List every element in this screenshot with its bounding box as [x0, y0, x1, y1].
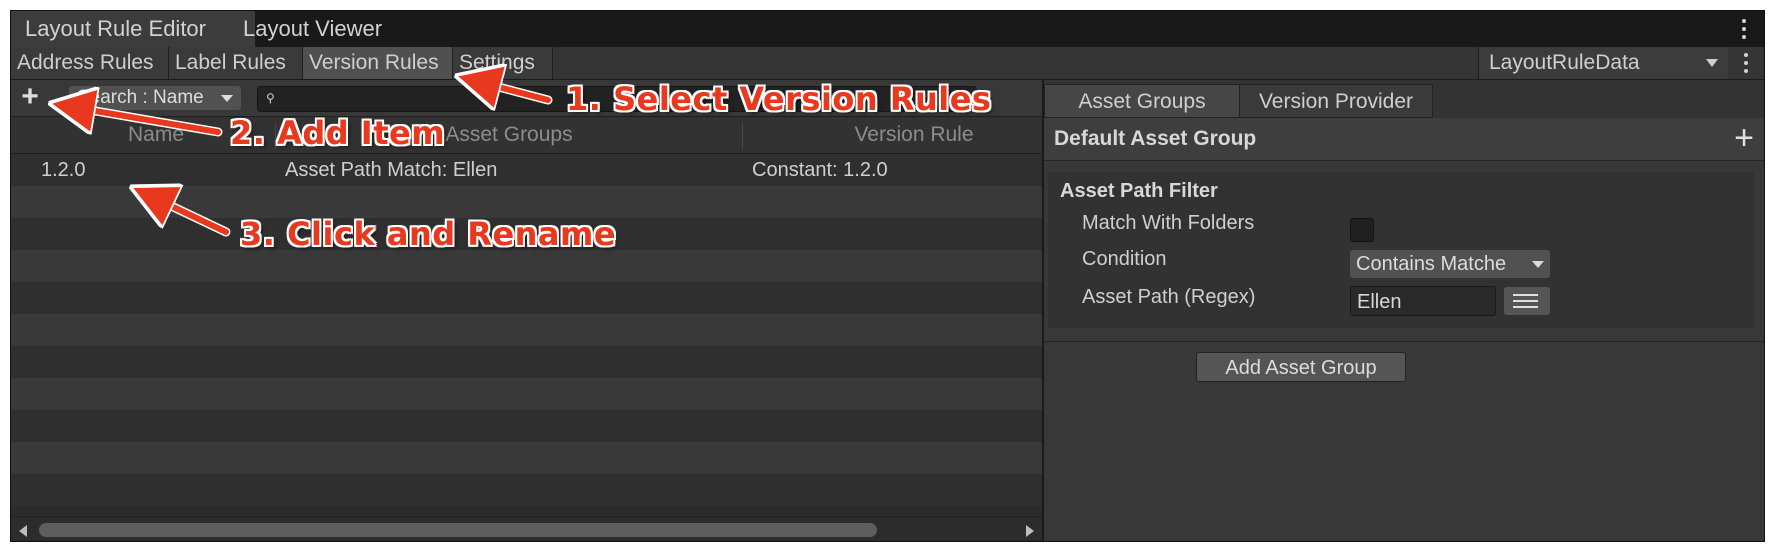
inspector-tab-bar: Asset Groups Version Provider: [1044, 80, 1764, 118]
empty-row: [11, 474, 1042, 506]
column-header-row: Name Asset Groups Version Rule: [11, 117, 1042, 154]
row-name-cell[interactable]: 1.2.0: [41, 154, 85, 186]
asset-group-header: Default Asset Group +: [1044, 118, 1764, 161]
filter-title: Asset Path Filter: [1060, 180, 1218, 202]
divider: [1044, 341, 1764, 342]
annotation-step1: 1. Select Version Rules: [566, 80, 992, 118]
chevron-down-icon: [1532, 261, 1544, 268]
row-asset-groups-cell: Asset Path Match: Ellen: [285, 159, 498, 181]
column-divider[interactable]: [742, 123, 743, 149]
layout-rule-data-dropdown[interactable]: LayoutRuleData: [1478, 47, 1728, 79]
inspector-panel: Asset Groups Version Provider Default As…: [1044, 80, 1764, 541]
row-version-rule-cell: Constant: 1.2.0: [752, 159, 888, 181]
empty-row: [11, 346, 1042, 378]
add-asset-group-button[interactable]: Add Asset Group: [1196, 352, 1406, 382]
empty-row: [11, 314, 1042, 346]
search-mode-dropdown[interactable]: Search : Name: [69, 86, 241, 110]
add-filter-button[interactable]: +: [1726, 120, 1762, 158]
tab-layout-rule-editor[interactable]: Layout Rule Editor: [11, 11, 255, 47]
tab-version-rules[interactable]: Version Rules: [303, 47, 453, 79]
asset-path-input[interactable]: Ellen: [1350, 286, 1496, 316]
match-with-folders-checkbox[interactable]: [1350, 218, 1374, 242]
empty-row: [11, 250, 1042, 282]
asset-path-label: Asset Path (Regex): [1082, 286, 1256, 308]
rules-tab-bar: Address Rules Label Rules Version Rules …: [11, 47, 1764, 80]
tab-layout-viewer[interactable]: Layout Viewer: [229, 11, 396, 47]
asset-path-filter: Asset Path Filter Match With Folders Con…: [1048, 172, 1754, 328]
list-icon[interactable]: [1504, 287, 1550, 315]
tab-address-rules[interactable]: Address Rules: [11, 47, 169, 79]
empty-row: [11, 282, 1042, 314]
tab-settings[interactable]: Settings: [453, 47, 553, 79]
column-header-version-rule[interactable]: Version Rule: [744, 117, 1042, 153]
annotation-step2: 2. Add Item: [230, 114, 446, 152]
match-with-folders-label: Match With Folders: [1082, 212, 1255, 234]
window-tab-bar: Layout Rule Editor Layout Viewer: [11, 11, 1764, 47]
tab-asset-groups[interactable]: Asset Groups: [1044, 84, 1240, 118]
annotation-step3: 3. Click and Rename: [240, 215, 617, 253]
empty-row: [11, 186, 1042, 218]
layout-rule-data-label: LayoutRuleData: [1489, 51, 1640, 74]
search-mode-label: Search : Name: [77, 87, 204, 108]
scrollbar-thumb[interactable]: [39, 523, 877, 537]
search-icon: ⚲: [266, 91, 275, 105]
tab-label-rules[interactable]: Label Rules: [169, 47, 303, 79]
horizontal-scrollbar[interactable]: [11, 516, 1042, 541]
rules-list-panel: + Search : Name ⚲ Name Asset Groups Vers…: [11, 80, 1042, 541]
empty-row: [11, 378, 1042, 410]
condition-label: Condition: [1082, 248, 1167, 270]
chevron-down-icon: [221, 95, 233, 102]
add-item-button[interactable]: +: [13, 82, 47, 114]
toolbar-menu-icon[interactable]: [1742, 53, 1750, 73]
window-menu-icon[interactable]: [1740, 19, 1748, 39]
chevron-down-icon: [1706, 59, 1718, 67]
condition-value: Contains Matche: [1356, 253, 1507, 275]
empty-row: [11, 410, 1042, 442]
condition-dropdown[interactable]: Contains Matche: [1350, 250, 1550, 278]
table-row[interactable]: 1.2.0 Asset Path Match: Ellen Constant: …: [11, 154, 1042, 186]
empty-row: [11, 442, 1042, 474]
tab-version-provider[interactable]: Version Provider: [1239, 84, 1433, 118]
asset-group-title: Default Asset Group: [1054, 127, 1257, 150]
scroll-left-icon[interactable]: [19, 525, 27, 537]
scroll-right-icon[interactable]: [1026, 525, 1034, 537]
